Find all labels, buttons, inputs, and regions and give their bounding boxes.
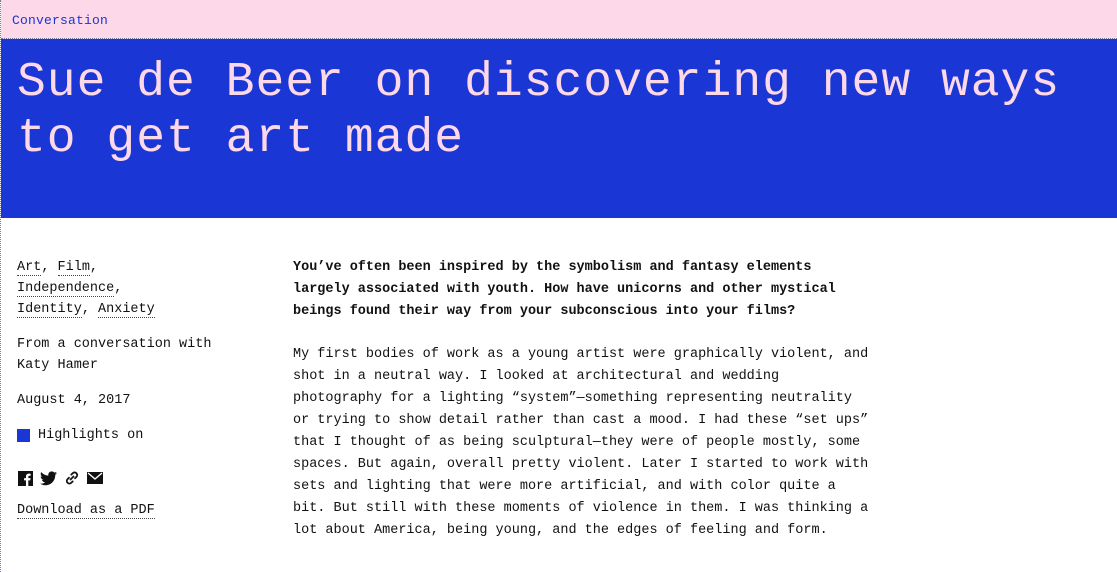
content-area: Art, Film, Independence, Identity, Anxie… — [1, 218, 1117, 572]
email-icon[interactable] — [86, 470, 103, 487]
highlights-checkbox[interactable] — [17, 429, 30, 442]
interview-question: You’ve often been inspired by the symbol… — [293, 260, 836, 319]
tag-separator: , — [89, 260, 99, 275]
top-bar: Conversation — [1, 0, 1117, 39]
page-title: Sue de Beer on discovering new ways to g… — [17, 56, 1061, 166]
facebook-icon[interactable] — [17, 470, 34, 487]
tag-art[interactable]: Art — [17, 260, 42, 276]
tag-film[interactable]: Film — [57, 260, 90, 276]
tag-identity[interactable]: Identity — [17, 302, 82, 318]
page: Conversation Sue de Beer on discovering … — [0, 0, 1117, 572]
publish-date: August 4, 2017 — [17, 393, 131, 408]
article-body: You’ve often been inspired by the symbol… — [293, 257, 873, 542]
tag-separator: , — [114, 281, 123, 296]
link-icon[interactable] — [63, 470, 80, 487]
download-pdf-row: Download as a PDF — [17, 500, 217, 521]
hero-banner: Sue de Beer on discovering new ways to g… — [1, 39, 1117, 218]
highlights-label: Highlights on — [38, 428, 144, 443]
twitter-icon[interactable] — [40, 470, 57, 487]
sidebar: Art, Film, Independence, Identity, Anxie… — [17, 257, 217, 521]
tag-list: Art, Film, Independence, Identity, Anxie… — [17, 257, 217, 320]
download-pdf-link[interactable]: Download as a PDF — [17, 503, 155, 519]
section-link-conversation[interactable]: Conversation — [12, 13, 108, 28]
byline: From a conversation with Katy Hamer — [17, 337, 212, 373]
interview-answer: My first bodies of work as a young artis… — [293, 347, 869, 538]
tag-separator: , — [81, 302, 99, 317]
tag-independence[interactable]: Independence — [17, 281, 115, 297]
share-bar — [17, 468, 217, 488]
tag-anxiety[interactable]: Anxiety — [98, 302, 155, 318]
highlights-toggle[interactable]: Highlights on — [17, 425, 217, 446]
tag-separator: , — [41, 260, 58, 275]
